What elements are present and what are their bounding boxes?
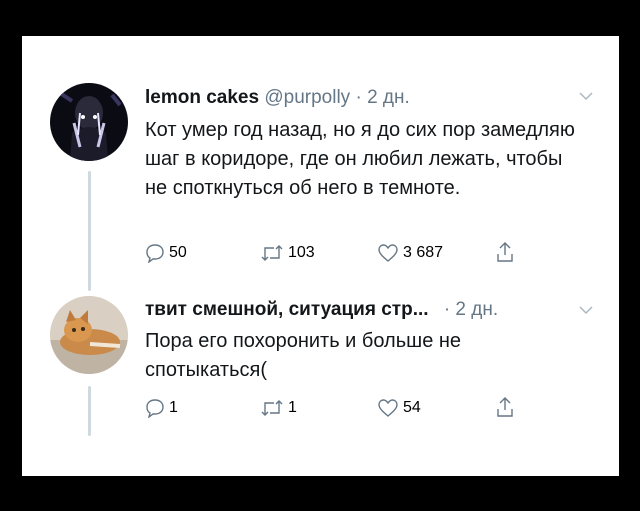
like-button[interactable]: 54 — [377, 398, 421, 418]
tweet-card: lemon cakes @purpolly · 2 дн. Кот умер г… — [22, 36, 619, 476]
retweet-count: 103 — [288, 244, 315, 261]
like-count: 54 — [403, 399, 421, 416]
share-button[interactable] — [495, 396, 515, 418]
thread-line — [88, 386, 91, 436]
speech-bubble-icon — [145, 243, 165, 263]
heart-icon — [377, 398, 399, 418]
timestamp[interactable]: · 2 дн. — [355, 87, 409, 108]
display-name[interactable]: твит смешной, ситуация стр... — [145, 299, 429, 320]
retweet-button[interactable]: 103 — [260, 243, 315, 263]
like-button[interactable]: 3 687 — [377, 243, 443, 263]
display-name[interactable]: lemon cakes — [145, 87, 259, 108]
reply-count: 50 — [169, 244, 187, 261]
avatar[interactable] — [50, 83, 128, 161]
speech-bubble-icon — [145, 398, 165, 418]
chevron-down-icon[interactable] — [579, 88, 593, 106]
reply-button[interactable]: 1 — [145, 398, 178, 418]
avatar[interactable] — [50, 296, 128, 374]
retweet-button[interactable]: 1 — [260, 398, 297, 418]
like-count: 3 687 — [403, 244, 444, 261]
retweet-arrows-icon — [260, 243, 284, 263]
reply-count: 1 — [169, 399, 178, 416]
retweet-arrows-icon — [260, 398, 284, 418]
share-button[interactable] — [495, 241, 515, 263]
chevron-down-icon[interactable] — [579, 302, 593, 320]
share-upload-icon — [495, 241, 515, 263]
tweet-text: Кот умер год назад, но я до сих пор заме… — [145, 119, 575, 199]
timestamp[interactable]: · 2 дн. — [444, 299, 498, 320]
tweet-header: lemon cakes @purpolly · 2 дн. — [145, 86, 410, 110]
handle[interactable]: @purpolly — [264, 87, 350, 108]
share-upload-icon — [495, 396, 515, 418]
reply-button[interactable]: 50 — [145, 243, 187, 263]
heart-icon — [377, 243, 399, 263]
retweet-count: 1 — [288, 399, 297, 416]
tweet-text: Пора его похоронить и больше не спотыкат… — [145, 330, 462, 381]
tweet-header: твит смешной, ситуация стр... · 2 дн. — [145, 298, 498, 322]
thread-line — [88, 171, 91, 291]
